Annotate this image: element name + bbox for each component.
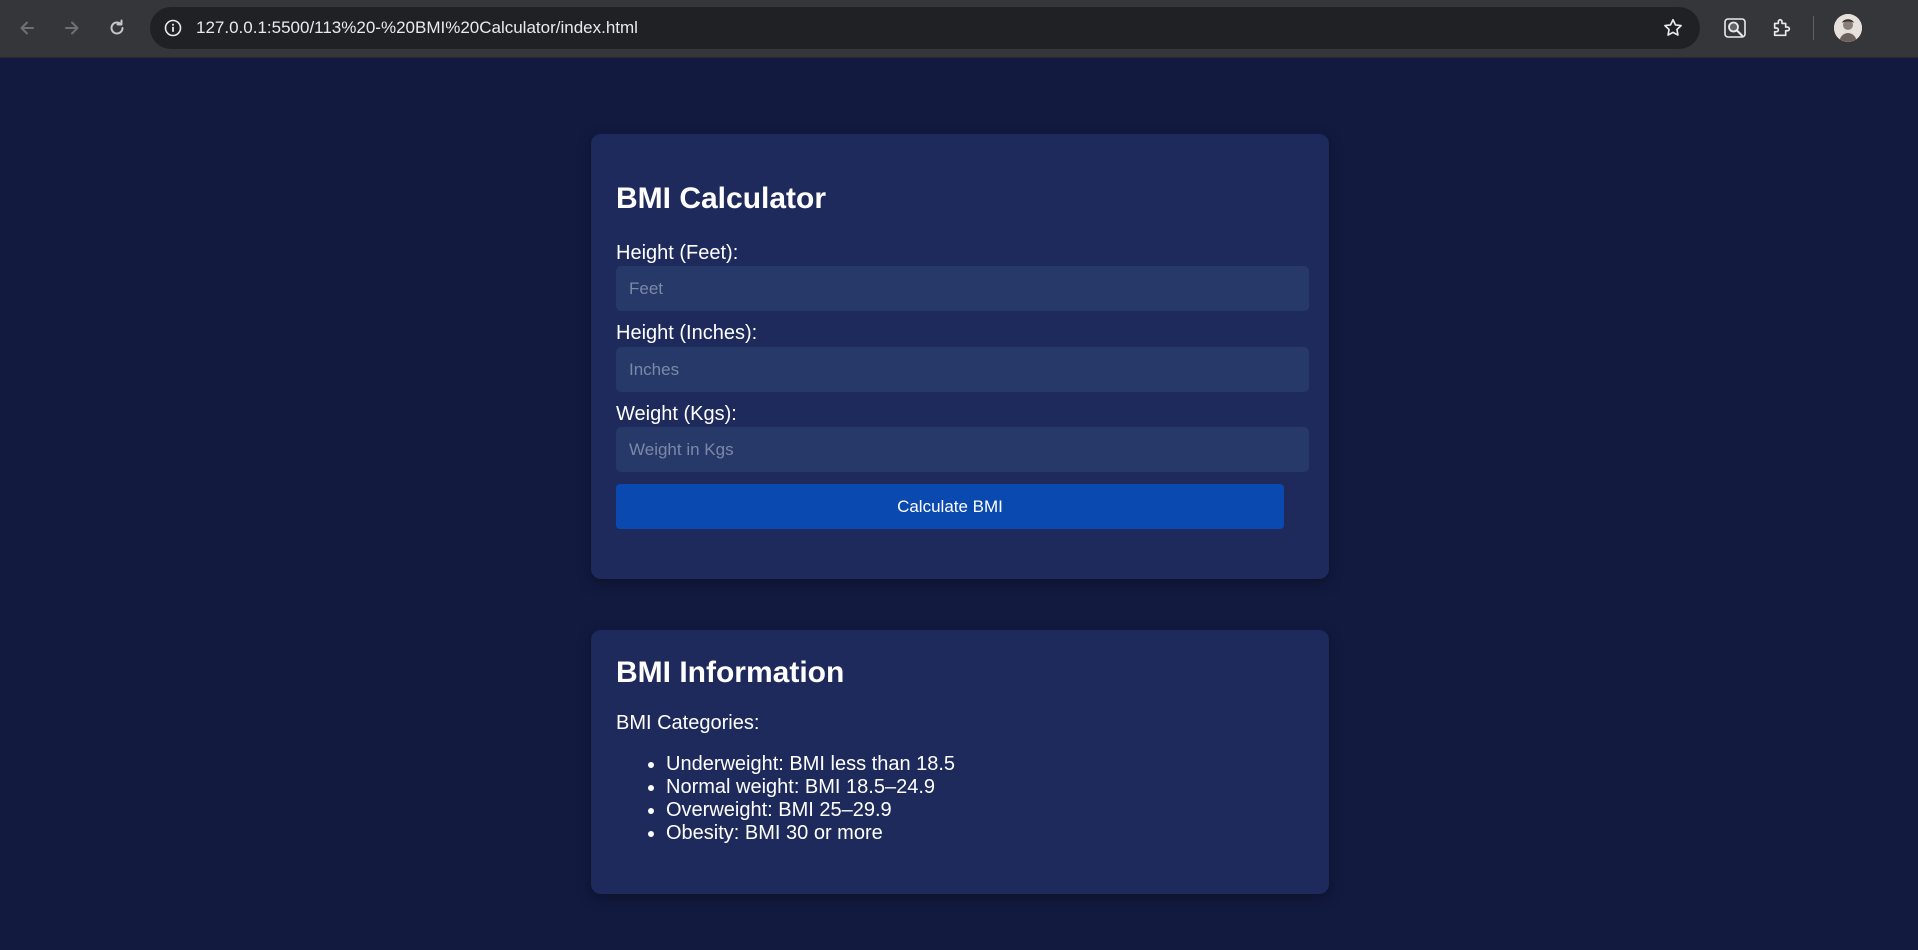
height-inches-input[interactable] [616,347,1309,392]
arrow-right-icon [65,21,79,35]
info-icon [164,19,182,37]
star-icon [1664,18,1682,36]
list-item: Underweight: BMI less than 18.5 [666,753,955,776]
bmi-information-card: BMI Information BMI Categories: Underwei… [591,630,1329,894]
reload-icon [110,19,124,35]
arrow-left-icon [20,21,34,35]
categories-heading: BMI Categories: [616,712,760,734]
height-feet-label: Height (Feet): [616,242,739,264]
puzzle-icon [1773,18,1791,37]
calculate-bmi-button[interactable]: Calculate BMI [616,484,1284,529]
bmi-calculator-card: BMI Calculator Height (Feet): Height (In… [591,134,1329,579]
extensions-button[interactable] [1767,13,1797,43]
toolbar-divider [1813,16,1814,40]
search-icon [1724,18,1746,38]
list-item: Overweight: BMI 25–29.9 [666,799,955,822]
weight-input[interactable] [616,427,1309,472]
height-inches-label: Height (Inches): [616,322,758,344]
list-item: Normal weight: BMI 18.5–24.9 [666,776,955,799]
profile-avatar[interactable] [1834,14,1862,42]
back-button[interactable] [12,13,42,43]
bookmark-button[interactable] [1660,15,1686,41]
lens-search-button[interactable] [1720,13,1750,43]
reload-button[interactable] [102,13,132,43]
avatar-icon [1834,14,1862,42]
list-item: Obesity: BMI 30 or more [666,822,955,845]
height-feet-input[interactable] [616,266,1309,311]
weight-label: Weight (Kgs): [616,403,737,425]
information-title: BMI Information [616,656,845,689]
url-text[interactable]: 127.0.0.1:5500/113%20-%20BMI%20Calculato… [196,18,638,38]
categories-list: Underweight: BMI less than 18.5 Normal w… [666,753,955,845]
forward-button[interactable] [57,13,87,43]
calculator-title: BMI Calculator [616,182,827,215]
address-bar[interactable]: 127.0.0.1:5500/113%20-%20BMI%20Calculato… [150,7,1700,49]
site-info-button[interactable] [158,13,188,43]
browser-toolbar: 127.0.0.1:5500/113%20-%20BMI%20Calculato… [0,0,1918,58]
